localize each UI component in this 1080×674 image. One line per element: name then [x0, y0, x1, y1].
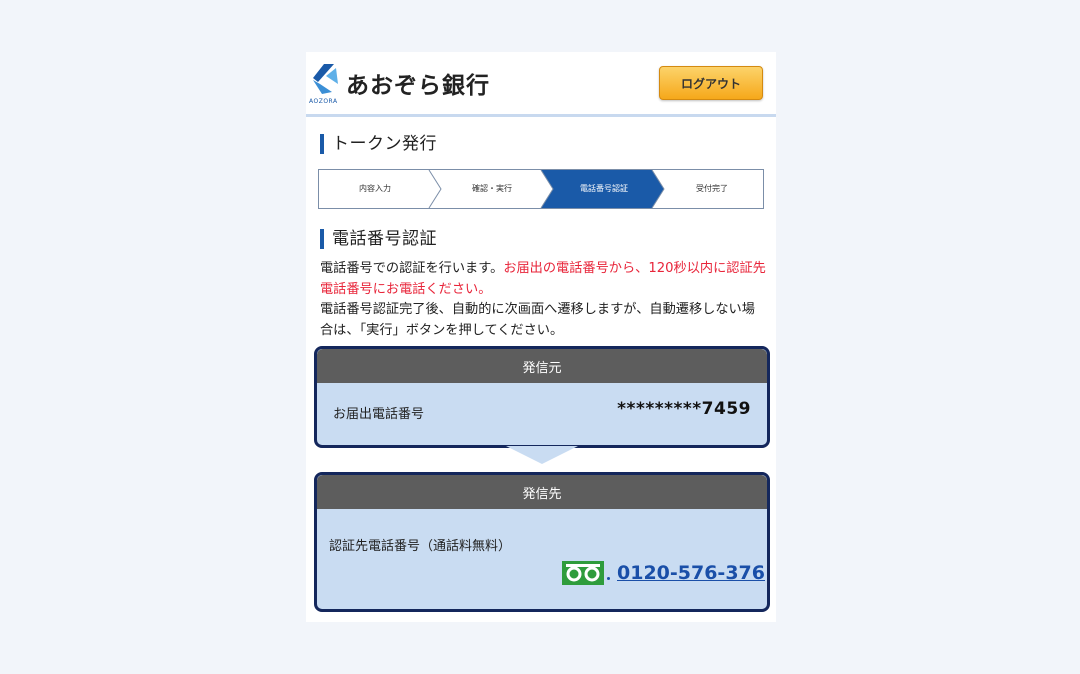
section-title: 電話番号認証 [320, 229, 437, 249]
callee-phone-link[interactable]: 0120-576-376 [617, 562, 765, 584]
flow-arrow-icon [506, 446, 578, 464]
header: AOZORA あおぞら銀行 ログアウト [306, 52, 776, 117]
page-title: トークン発行 [320, 134, 437, 154]
description-text-1: 電話番号での認証を行います。 [320, 261, 504, 276]
logout-button[interactable]: ログアウト [659, 66, 763, 100]
caller-label: お届出電話番号 [333, 407, 425, 422]
freedial-icon [562, 561, 604, 585]
step-complete: 受付完了 [696, 184, 728, 193]
step-indicator: 内容入力 確認・実行 電話番号認証 受付完了 [318, 169, 764, 209]
description-text-2: 電話番号認証完了後、自動的に次画面へ遷移しますが、自動遷移しない場合は、「実行」… [320, 302, 755, 338]
logo-subtext: AOZORA [309, 98, 338, 105]
aozora-logo-icon [313, 64, 338, 94]
bank-name: あおぞら銀行 [346, 73, 490, 99]
callee-box: 発信先 認証先電話番号（通話料無料） 0120-576-376 [314, 472, 770, 612]
step-phone-auth: 電話番号認証 [580, 184, 628, 193]
mobile-page: AOZORA あおぞら銀行 ログアウト トークン発行 内容入力 確認・実行 電話… [306, 52, 776, 622]
separator-dot [607, 577, 610, 580]
caller-box: 発信元 お届出電話番号 *********7459 [314, 346, 770, 448]
step-input: 内容入力 [359, 184, 391, 193]
step-confirm: 確認・実行 [472, 184, 512, 193]
caller-box-header: 発信元 [317, 349, 767, 383]
description: 電話番号での認証を行います。お届出の電話番号から、120秒以内に認証先電話番号に… [320, 259, 766, 341]
callee-label: 認証先電話番号（通話料無料） [329, 539, 512, 554]
caller-number: *********7459 [617, 399, 751, 419]
callee-box-header: 発信先 [317, 475, 767, 509]
